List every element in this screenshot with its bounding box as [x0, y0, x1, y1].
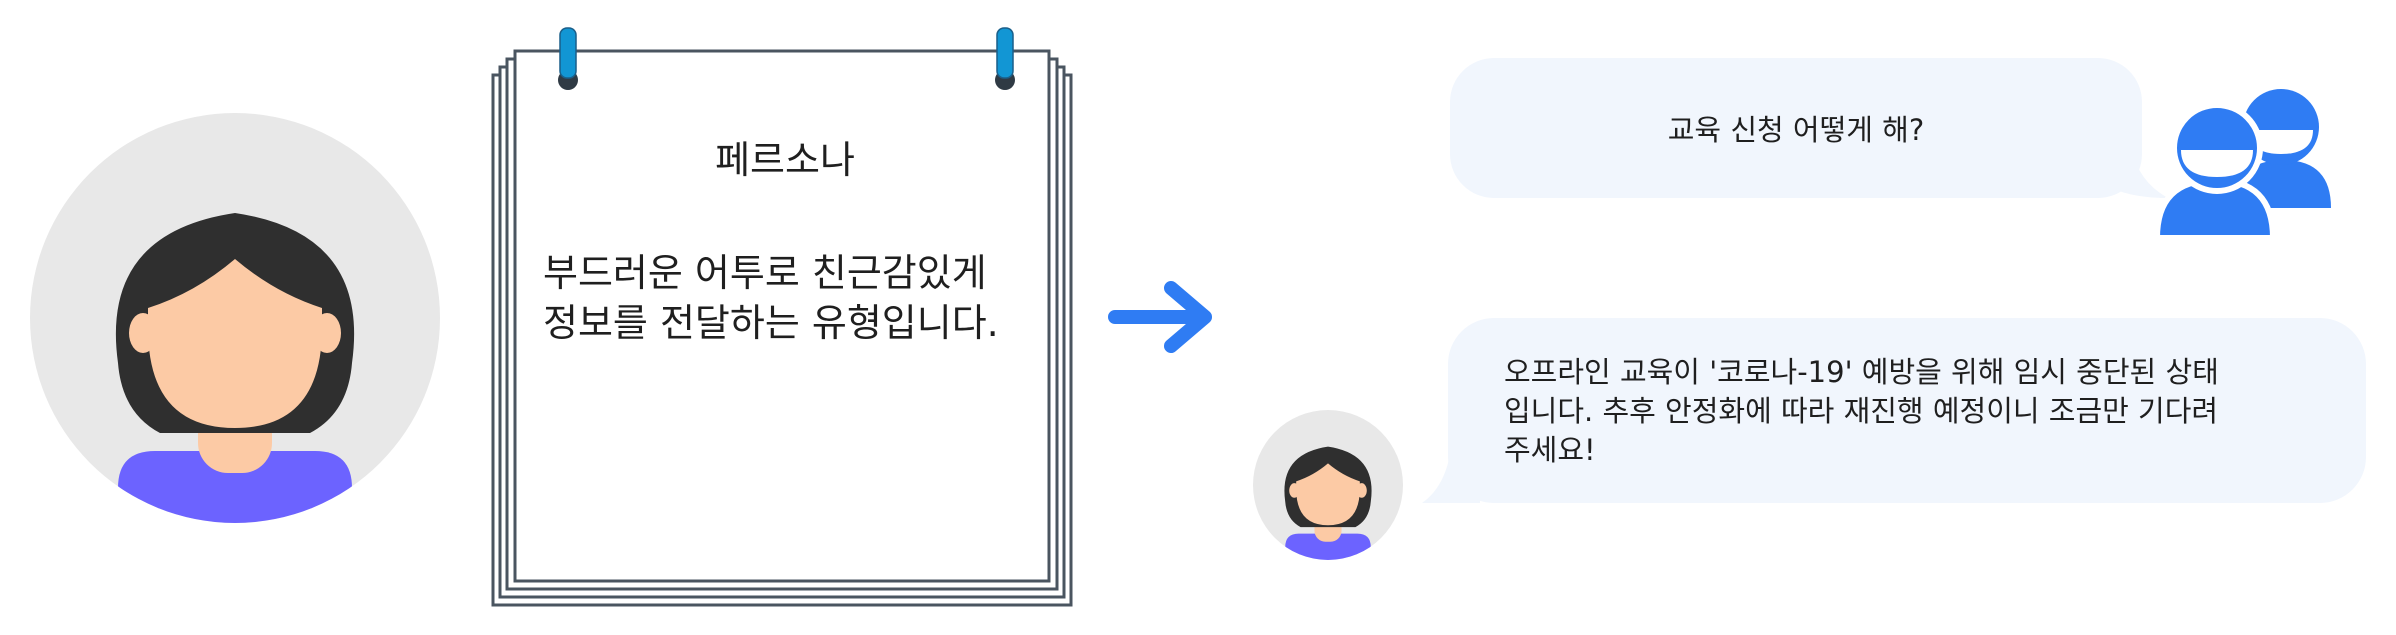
persona-avatar-icon: [30, 113, 440, 523]
bot-message-line: 오프라인 교육이 '코로나-19' 예방을 위해 임시 중단된 상태: [1504, 355, 2219, 389]
bot-message-line: 입니다. 추후 안정화에 따라 재진행 예정이니 조금만 기다려: [1504, 394, 2219, 428]
user-message-text: 교육 신청 어떻게 해?: [1667, 113, 1925, 147]
bot-avatar-icon: [1253, 410, 1403, 560]
bot-message-line: 주세요!: [1504, 433, 1596, 467]
persona-title: 페르소나: [715, 138, 855, 182]
persona-description: 부드러운 어투로 친근감있게 정보를 전달하는 유형입니다.: [543, 248, 1043, 348]
arrow-right-icon: [1108, 281, 1212, 353]
user-message-bubble: 교육 신청 어떻게 해?: [1450, 58, 2142, 198]
persona-description-line: 정보를 전달하는 유형입니다.: [543, 301, 999, 345]
bot-message-bubble: 오프라인 교육이 '코로나-19' 예방을 위해 임시 중단된 상태 입니다. …: [1448, 318, 2366, 503]
persona-description-line: 부드러운 어투로 친근감있게: [543, 251, 987, 295]
users-icon: [2155, 89, 2331, 240]
